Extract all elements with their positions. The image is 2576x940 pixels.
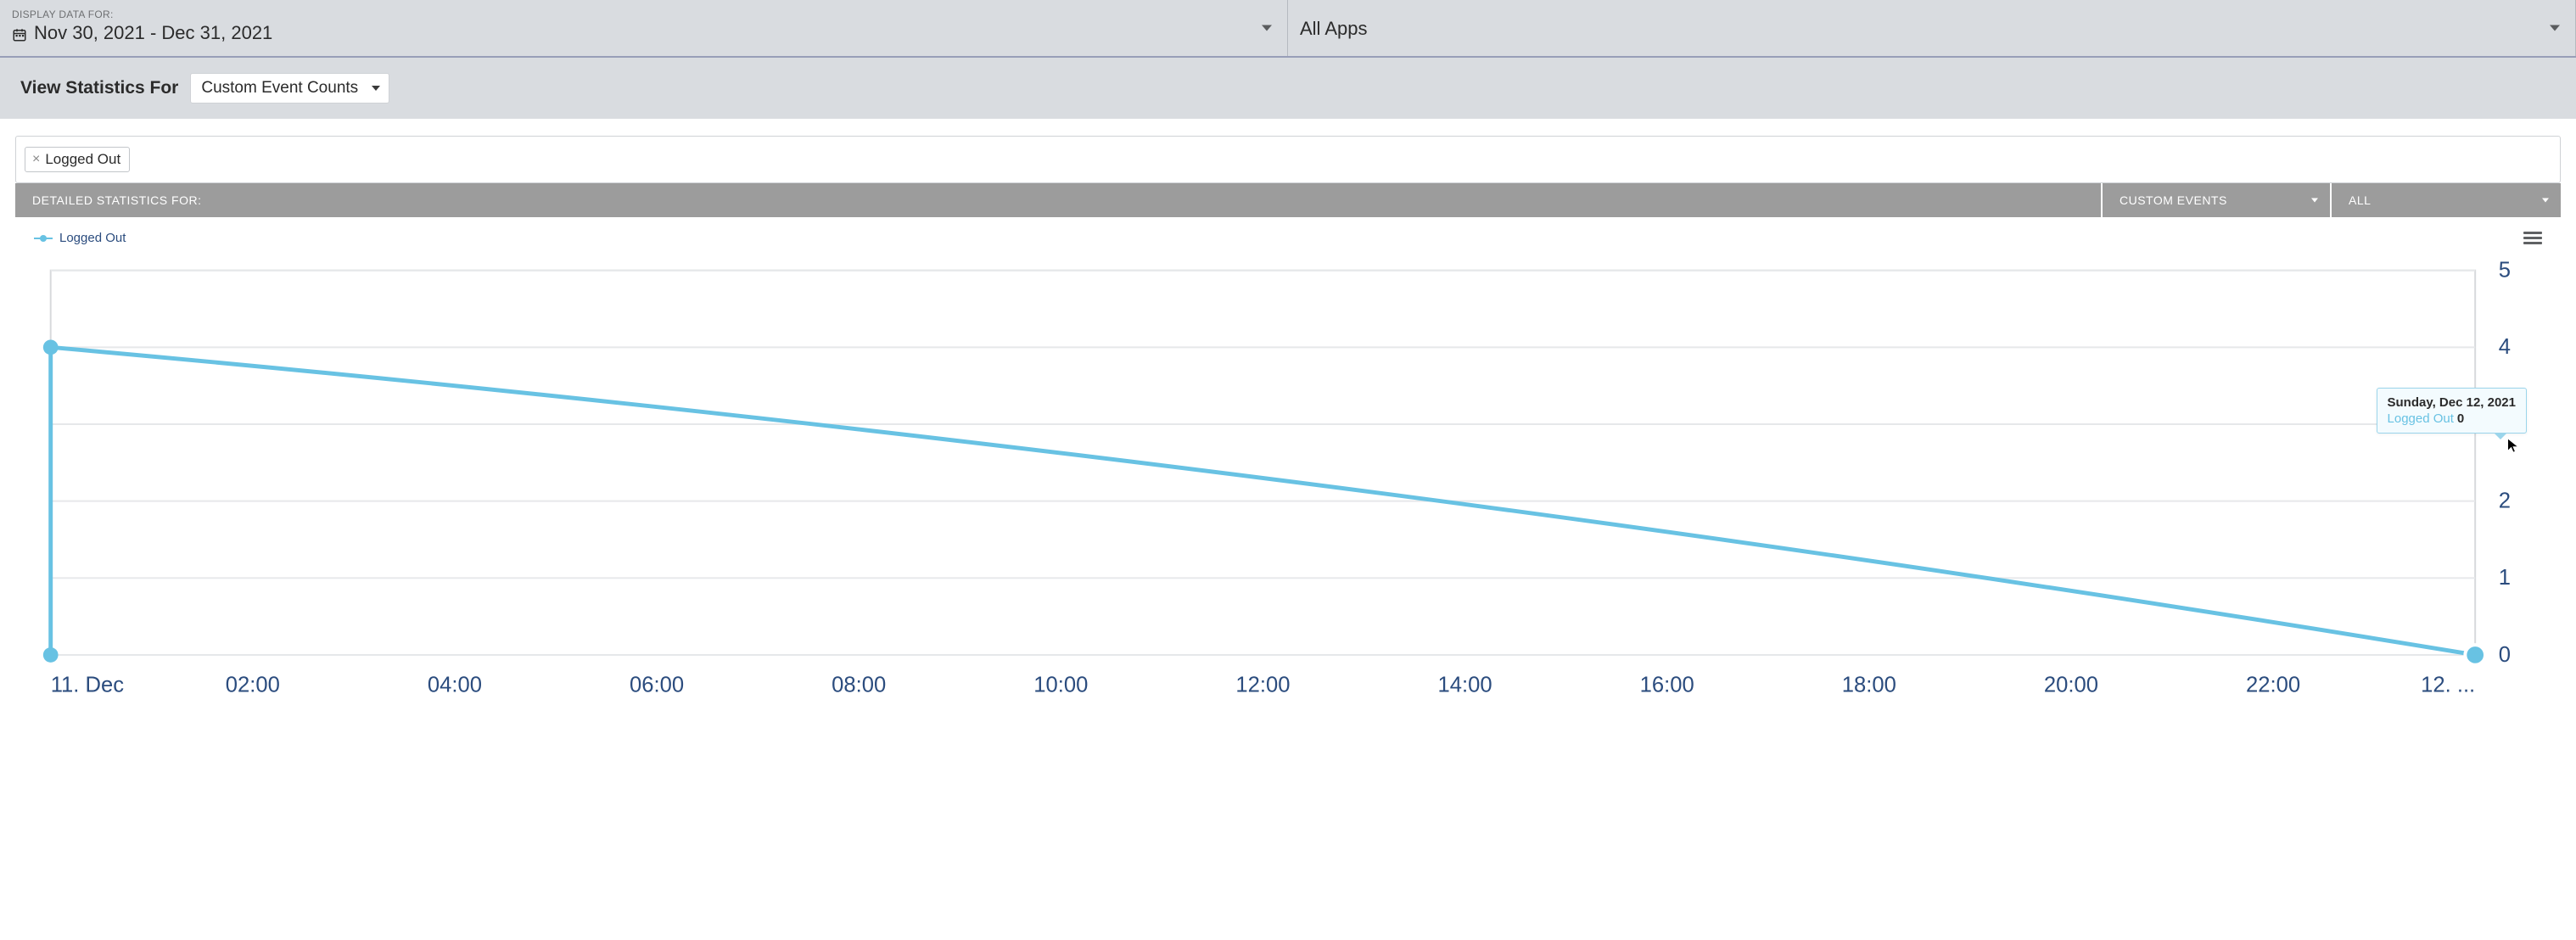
svg-text:4: 4 — [2499, 335, 2511, 359]
date-range-eyebrow: DISPLAY DATA FOR: — [12, 8, 1270, 20]
svg-text:0: 0 — [2499, 643, 2511, 667]
chevron-down-icon — [2550, 25, 2560, 31]
chevron-down-icon — [2542, 199, 2549, 203]
svg-text:02:00: 02:00 — [226, 673, 280, 697]
filter-chip-label: Logged Out — [45, 151, 120, 168]
svg-text:22:00: 22:00 — [2246, 673, 2300, 697]
apps-selector[interactable]: All Apps — [1288, 0, 2576, 56]
date-range-value: Nov 30, 2021 - Dec 31, 2021 — [34, 22, 272, 44]
filter-chip-panel: × Logged Out — [15, 136, 2561, 183]
svg-text:16:00: 16:00 — [1640, 673, 1694, 697]
filter-chip[interactable]: × Logged Out — [25, 147, 130, 172]
svg-text:20:00: 20:00 — [2044, 673, 2098, 697]
svg-text:2: 2 — [2499, 490, 2511, 513]
svg-text:12:00: 12:00 — [1235, 673, 1290, 697]
svg-text:08:00: 08:00 — [832, 673, 886, 697]
view-statistics-label: View Statistics For — [20, 78, 178, 98]
svg-text:18:00: 18:00 — [1842, 673, 1896, 697]
svg-text:12. ...: 12. ... — [2421, 673, 2475, 697]
apps-selector-value: All Apps — [1300, 18, 1368, 40]
stats-header-strip: DETAILED STATISTICS FOR: CUSTOM EVENTS A… — [15, 183, 2561, 217]
content-area: × Logged Out DETAILED STATISTICS FOR: CU… — [0, 136, 2576, 749]
svg-text:1: 1 — [2499, 566, 2511, 590]
svg-text:11. Dec: 11. Dec — [51, 673, 125, 697]
chart: 01234511. Dec02:0004:0006:0008:0010:0012… — [15, 247, 2561, 732]
tooltip-date: Sunday, Dec 12, 2021 — [2388, 395, 2516, 410]
event-type-select[interactable]: CUSTOM EVENTS — [2103, 183, 2332, 217]
statistic-type-select[interactable]: Custom Event Counts — [190, 73, 389, 104]
svg-text:10:00: 10:00 — [1033, 673, 1088, 697]
tooltip-value: 0 — [2457, 411, 2464, 426]
secondary-bar: View Statistics For Custom Event Counts — [0, 58, 2576, 119]
chart-legend-item[interactable]: Logged Out — [34, 231, 126, 245]
chevron-down-icon — [1262, 25, 1272, 31]
event-scope-select[interactable]: ALL — [2332, 183, 2561, 217]
calendar-icon — [12, 25, 27, 41]
stats-header-label: DETAILED STATISTICS FOR: — [15, 183, 2103, 217]
svg-text:5: 5 — [2499, 259, 2511, 283]
chart-header: Logged Out — [15, 217, 2561, 247]
date-range-selector[interactable]: DISPLAY DATA FOR: Nov 30, 2021 - Dec 31,… — [0, 0, 1288, 56]
svg-text:04:00: 04:00 — [428, 673, 482, 697]
svg-text:14:00: 14:00 — [1438, 673, 1492, 697]
legend-swatch — [34, 238, 53, 239]
chart-svg: 01234511. Dec02:0004:0006:0008:0010:0012… — [34, 254, 2542, 722]
statistic-type-value: Custom Event Counts — [201, 79, 358, 97]
chart-menu-icon[interactable] — [2523, 229, 2542, 247]
tooltip-series: Logged Out — [2388, 411, 2454, 426]
chart-tooltip: Sunday, Dec 12, 2021 Logged Out0 — [2377, 388, 2527, 434]
top-filter-bar: DISPLAY DATA FOR: Nov 30, 2021 - Dec 31,… — [0, 0, 2576, 58]
svg-text:06:00: 06:00 — [630, 673, 684, 697]
close-icon[interactable]: × — [32, 153, 40, 166]
chevron-down-icon — [2311, 199, 2318, 203]
chevron-down-icon — [372, 86, 380, 91]
legend-label: Logged Out — [59, 231, 126, 245]
